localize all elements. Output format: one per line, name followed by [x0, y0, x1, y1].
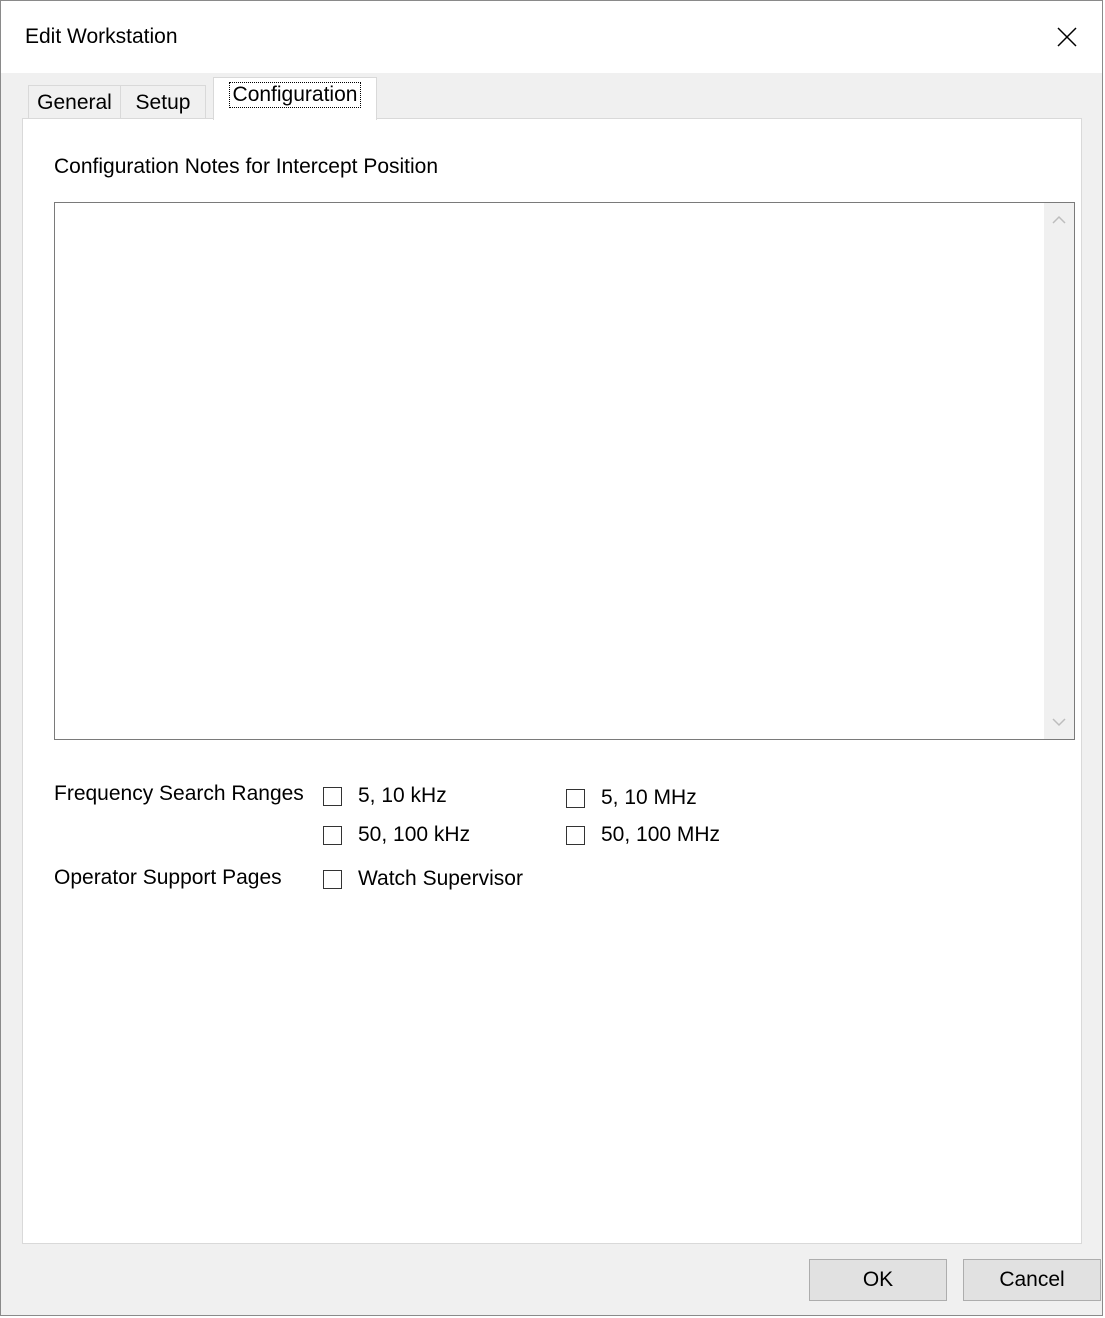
close-button[interactable]	[1032, 1, 1102, 73]
checkbox-box[interactable]	[566, 788, 585, 808]
tab-strip: General Setup Configuration	[1, 73, 1102, 120]
edit-workstation-dialog: Edit Workstation General Setup Configura…	[0, 0, 1103, 1316]
checkbox-5-10-khz[interactable]: 5, 10 kHz	[323, 784, 447, 808]
scroll-down-button[interactable]	[1044, 705, 1074, 739]
dialog-title: Edit Workstation	[25, 25, 178, 48]
tab-general-label: General	[37, 90, 112, 114]
checkbox-box[interactable]	[566, 825, 585, 845]
notes-scrollbar[interactable]	[1044, 203, 1074, 739]
checkbox-label: 50, 100 kHz	[358, 823, 471, 846]
close-icon	[1057, 27, 1077, 47]
configuration-panel: Configuration Notes for Intercept Positi…	[22, 118, 1082, 1244]
notes-textarea[interactable]	[55, 203, 1044, 739]
checkbox-50-100-khz[interactable]: 50, 100 kHz	[323, 823, 470, 847]
chevron-up-icon	[1052, 215, 1066, 224]
checkbox-label: 5, 10 kHz	[358, 784, 447, 807]
checkbox-label: 5, 10 MHz	[601, 786, 697, 809]
title-bar: Edit Workstation	[1, 1, 1102, 73]
notes-label: Configuration Notes for Intercept Positi…	[54, 155, 439, 178]
checkbox-box[interactable]	[323, 825, 342, 845]
tab-general[interactable]: General	[28, 85, 121, 119]
scroll-up-button[interactable]	[1044, 203, 1074, 237]
checkbox-label: Watch Supervisor	[358, 867, 523, 890]
operator-support-pages-label: Operator Support Pages	[54, 866, 282, 889]
chevron-down-icon	[1052, 718, 1066, 727]
cancel-button[interactable]: Cancel	[963, 1259, 1101, 1301]
checkbox-watch-supervisor[interactable]: Watch Supervisor	[323, 867, 523, 891]
checkbox-box[interactable]	[323, 869, 342, 889]
checkbox-5-10-mhz[interactable]: 5, 10 MHz	[566, 786, 697, 810]
notes-box	[54, 202, 1075, 740]
checkbox-label: 50, 100 MHz	[601, 823, 721, 846]
ok-button[interactable]: OK	[809, 1259, 947, 1301]
tab-configuration[interactable]: Configuration	[213, 77, 377, 120]
checkbox-box[interactable]	[323, 786, 342, 806]
tab-setup-label: Setup	[135, 90, 191, 114]
checkbox-50-100-mhz[interactable]: 50, 100 MHz	[566, 823, 720, 847]
tab-setup[interactable]: Setup	[120, 85, 206, 119]
tab-configuration-label: Configuration	[228, 82, 362, 108]
frequency-search-ranges-label: Frequency Search Ranges	[54, 782, 304, 805]
